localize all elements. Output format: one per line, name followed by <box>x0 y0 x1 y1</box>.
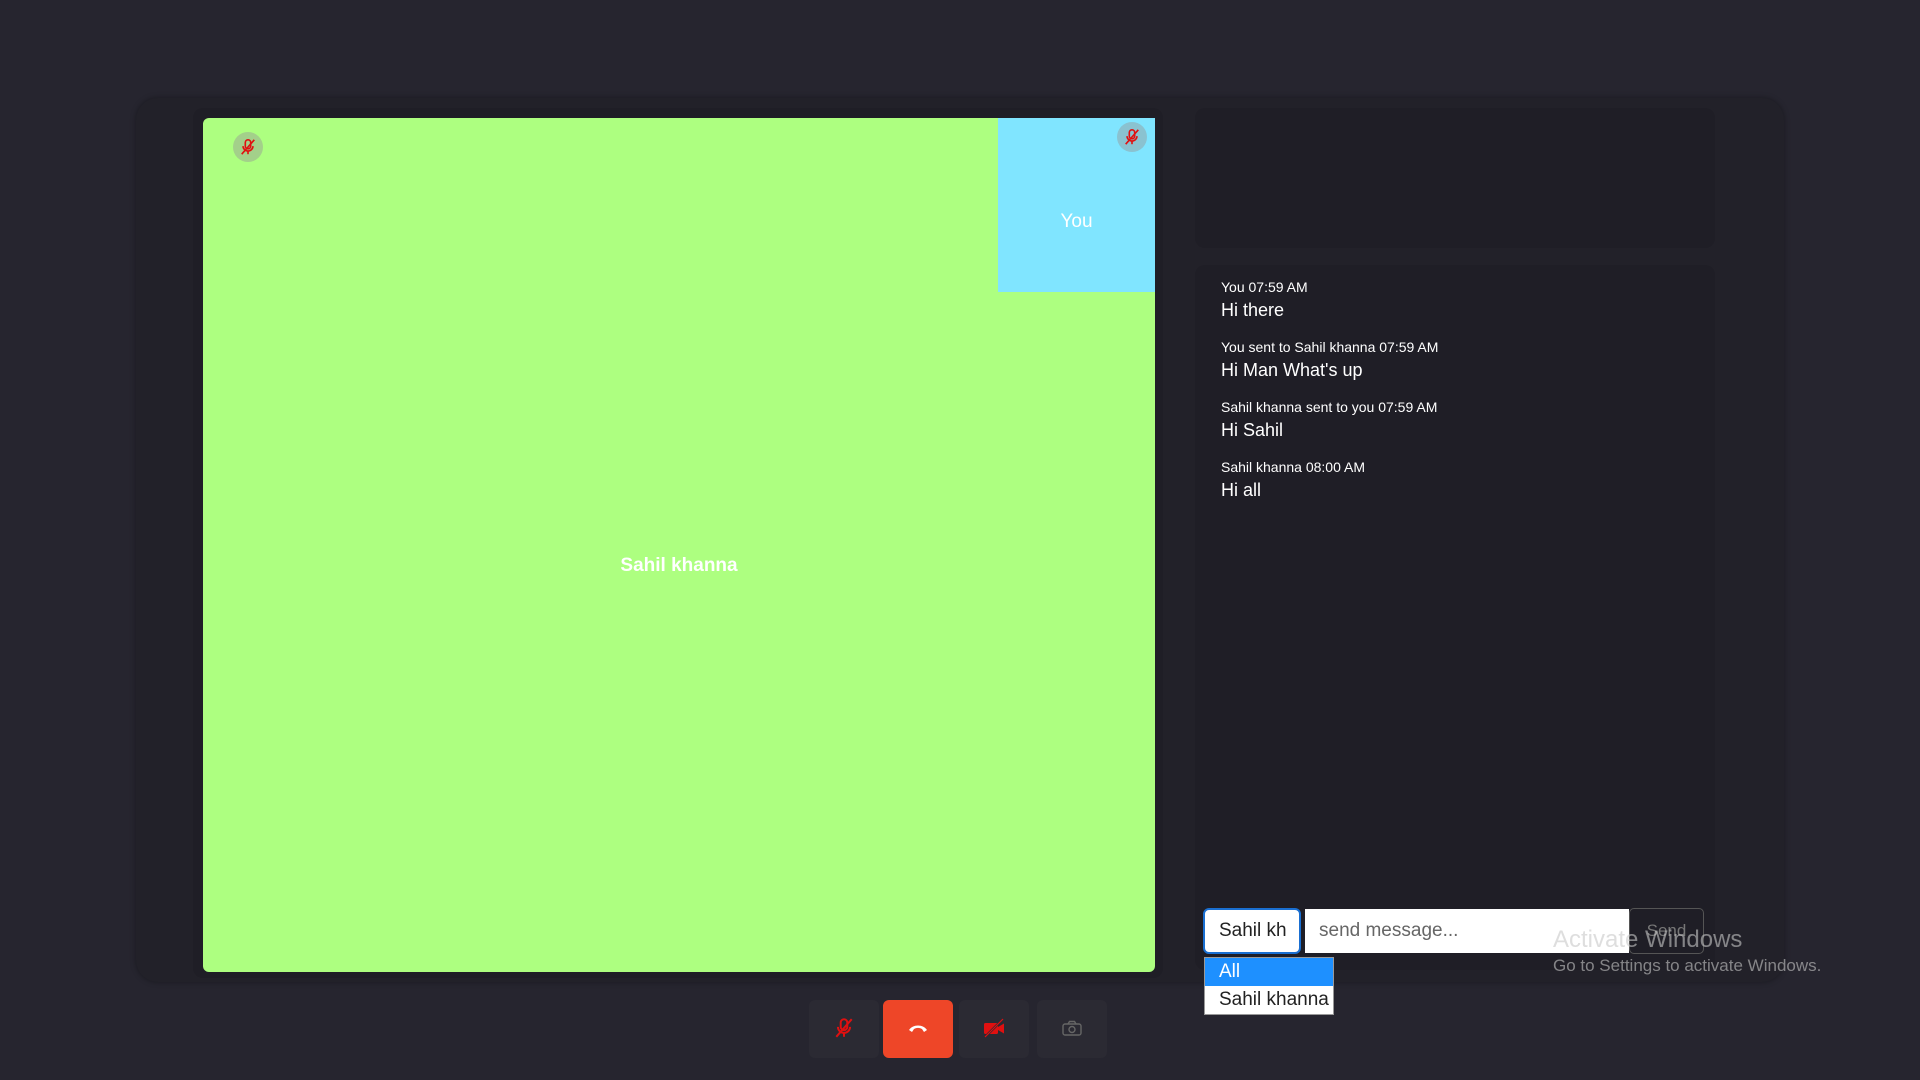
self-name: You <box>1060 211 1093 232</box>
chat-message: Sahil khanna sent to you 07:59 AM Hi Sah… <box>1221 397 1695 443</box>
participant-tile-self: You <box>998 118 1155 292</box>
windows-activation-watermark: Activate Windows Go to Settings to activ… <box>1553 925 1821 977</box>
mic-toggle-button[interactable] <box>809 1000 879 1058</box>
phone-hangup-icon <box>907 1021 929 1038</box>
chat-message: You 07:59 AM Hi there <box>1221 277 1695 323</box>
message-meta: Sahil khanna 08:00 AM <box>1221 459 1365 475</box>
message-meta: Sahil khanna sent to you 07:59 AM <box>1221 399 1438 415</box>
chat-message: Sahil khanna 08:00 AM Hi all <box>1221 457 1695 503</box>
chat-message: You sent to Sahil khanna 07:59 AM Hi Man… <box>1221 337 1695 383</box>
participant-name: Sahil khanna <box>620 555 738 576</box>
message-meta: You 07:59 AM <box>1221 279 1308 295</box>
watermark-subtitle: Go to Settings to activate Windows. <box>1553 956 1822 975</box>
message-text: Hi Sahil <box>1221 420 1284 440</box>
side-panel-top <box>1195 108 1715 248</box>
camera-icon <box>1061 1019 1083 1040</box>
recipient-option-all[interactable]: All <box>1205 958 1333 986</box>
mic-muted-icon <box>233 132 263 162</box>
screenshot-button[interactable] <box>1037 1000 1107 1058</box>
video-off-icon <box>982 1017 1006 1041</box>
camera-toggle-button[interactable] <box>959 1000 1029 1058</box>
watermark-title: Activate Windows <box>1553 926 1743 953</box>
message-text: Hi Man What's up <box>1221 360 1363 380</box>
recipient-dropdown: All Sahil khanna <box>1204 957 1334 1015</box>
recipient-select[interactable]: Sahil kh <box>1203 908 1301 954</box>
mic-muted-icon <box>1117 122 1147 152</box>
message-text: Hi all <box>1221 480 1262 500</box>
chat-messages: You 07:59 AM Hi there You sent to Sahil … <box>1221 277 1695 517</box>
message-meta: You sent to Sahil khanna 07:59 AM <box>1221 339 1439 355</box>
recipient-option-sahil-khanna[interactable]: Sahil khanna <box>1205 986 1333 1014</box>
end-call-button[interactable] <box>883 1000 953 1058</box>
mic-off-icon <box>833 1017 855 1042</box>
chat-panel: You 07:59 AM Hi there You sent to Sahil … <box>1195 265 1715 970</box>
message-text: Hi there <box>1221 300 1285 320</box>
